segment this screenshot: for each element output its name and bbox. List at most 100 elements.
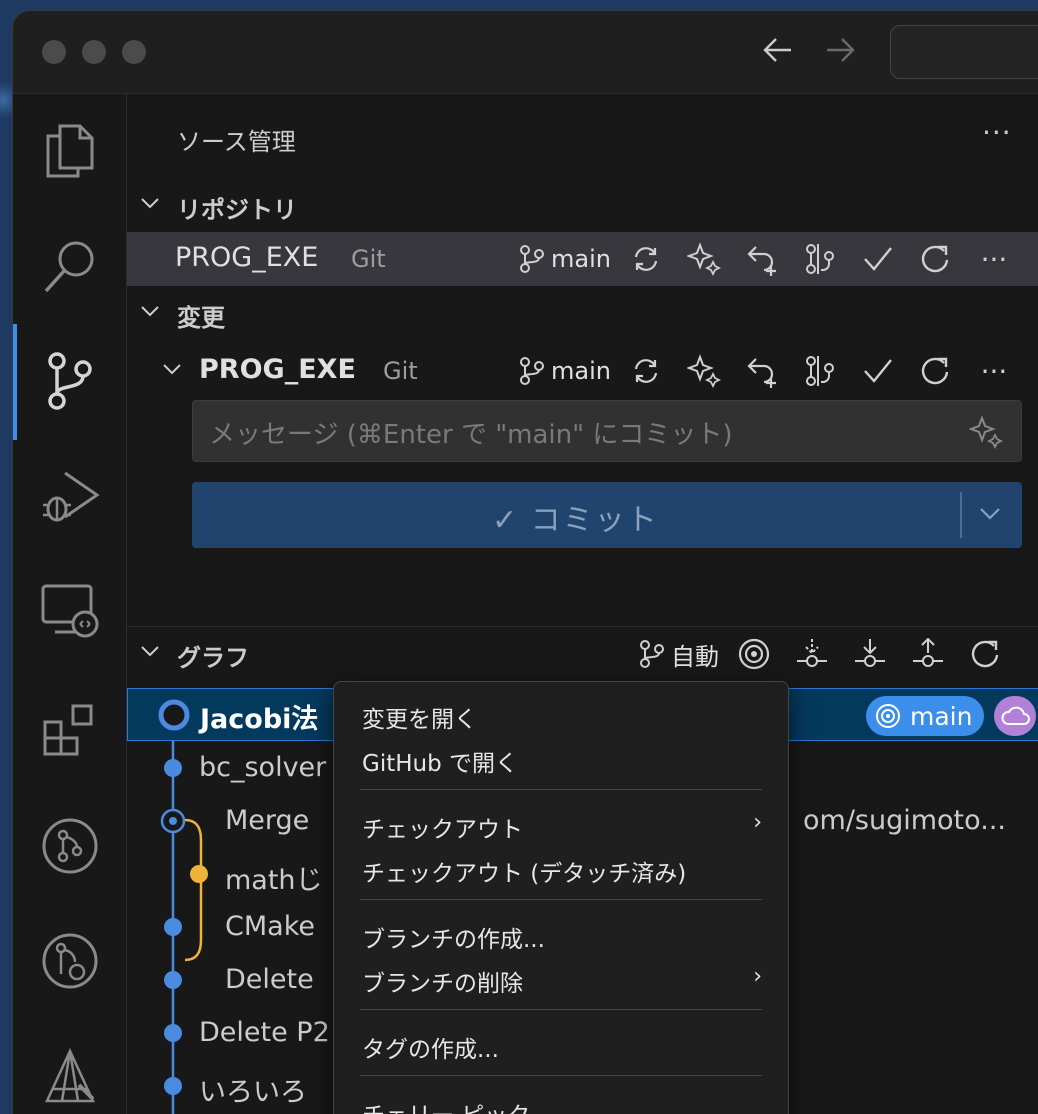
branch-compare-icon[interactable] xyxy=(791,239,849,279)
menu-item-create-branch[interactable]: ブランチの作成... xyxy=(362,920,545,954)
refresh-icon[interactable] xyxy=(907,351,965,391)
close-window-button[interactable] xyxy=(42,40,66,64)
repo-actions: main ··· xyxy=(519,239,1023,279)
minimize-window-button[interactable] xyxy=(82,40,106,64)
head-commit-dot xyxy=(158,699,190,731)
branch-icon xyxy=(520,245,544,273)
menu-item-checkout[interactable]: チェックアウト xyxy=(362,810,523,844)
repo-name: PROG_EXE xyxy=(175,242,319,273)
commit-dot xyxy=(164,1024,182,1042)
check-icon[interactable] xyxy=(849,239,907,279)
branch-icon xyxy=(520,357,544,385)
title-bar xyxy=(13,11,1038,94)
menu-item-open-changes[interactable]: 変更を開く xyxy=(362,700,477,734)
target-icon[interactable] xyxy=(725,634,783,674)
branch-name: main xyxy=(551,357,611,385)
commit-message: Jacobi法 xyxy=(200,704,319,735)
target-icon xyxy=(876,704,900,728)
sparkle-icon[interactable] xyxy=(675,239,733,279)
branch-badge-main: main xyxy=(866,696,985,736)
commit-dot xyxy=(164,971,182,989)
menu-item-open-on-github[interactable]: GitHub で開く xyxy=(362,744,518,778)
push-icon[interactable] xyxy=(899,634,957,674)
arrow-left-icon[interactable] xyxy=(761,33,795,74)
view-more-actions-icon[interactable]: ··· xyxy=(982,116,1012,149)
repo-name: PROG_EXE xyxy=(199,354,356,385)
repo-type: Git xyxy=(383,357,418,385)
repo-type: Git xyxy=(351,245,386,273)
more-actions-icon[interactable]: ··· xyxy=(965,351,1023,391)
commit-button[interactable]: ✓ コミット xyxy=(192,482,1022,548)
extensions-icon[interactable] xyxy=(33,694,107,768)
commit-message: bc_solver xyxy=(199,752,327,783)
commit-dot xyxy=(164,1077,182,1095)
changes-section-label: 変更 xyxy=(177,304,225,332)
graph-mode-label: 自動 xyxy=(671,642,719,671)
pull-icon[interactable] xyxy=(841,634,899,674)
check-icon[interactable] xyxy=(849,351,907,391)
repositories-section-header[interactable]: リポジトリ xyxy=(127,186,1038,226)
commit-message: いろいろ xyxy=(199,1077,307,1108)
run-and-debug-icon[interactable] xyxy=(33,459,107,533)
refresh-icon[interactable] xyxy=(957,634,1015,674)
commit-message: mathじ xyxy=(225,865,323,896)
menu-item-create-tag[interactable]: タグの作成... xyxy=(362,1030,499,1064)
commit-dot xyxy=(164,918,182,936)
more-actions-icon[interactable]: ··· xyxy=(965,239,1023,279)
sync-icon[interactable] xyxy=(617,351,675,391)
commit-message-tail: om/sugimoto... xyxy=(803,805,1006,836)
chevron-down-icon xyxy=(139,192,161,220)
sync-icon[interactable] xyxy=(617,239,675,279)
graph-section-header[interactable]: グラフ 自動 xyxy=(127,634,1038,674)
generate-message-sparkle-icon[interactable] xyxy=(968,415,1005,453)
gitlens-icon[interactable] xyxy=(33,924,107,998)
undo-commit-icon[interactable] xyxy=(733,351,791,391)
submenu-chevron-icon: › xyxy=(753,964,762,989)
context-menu: 変更を開く GitHub で開く チェックアウト › チェックアウト (デタッチ… xyxy=(333,681,789,1114)
github-pull-requests-icon[interactable] xyxy=(33,809,107,883)
commit-message: Delete P2 xyxy=(199,1017,330,1048)
branch-badge-label: main xyxy=(910,701,973,731)
sparkle-icon[interactable] xyxy=(675,351,733,391)
submenu-chevron-icon: › xyxy=(753,810,762,835)
graph-branch-mode[interactable]: 自動 xyxy=(639,637,719,672)
view-title: ソース管理 xyxy=(177,128,296,156)
fetch-icon[interactable] xyxy=(783,634,841,674)
graph-actions: 自動 xyxy=(639,634,1015,674)
branch-compare-icon[interactable] xyxy=(791,351,849,391)
commit-message-input[interactable]: メッセージ (⌘Enter で "main" にコミット) xyxy=(192,400,1022,462)
commit-button-label: ✓ コミット xyxy=(492,503,659,538)
menu-item-delete-branch[interactable]: ブランチの削除 xyxy=(362,964,523,998)
menu-separator xyxy=(360,899,762,900)
branch-selector[interactable]: main xyxy=(519,356,611,386)
chevron-down-icon xyxy=(161,358,183,386)
menu-separator xyxy=(360,789,762,790)
explorer-icon[interactable] xyxy=(33,114,107,188)
commit-dot xyxy=(164,759,182,777)
cmake-tools-icon[interactable] xyxy=(33,1039,107,1113)
menu-item-cherry-pick[interactable]: チェリー ピック xyxy=(362,1096,530,1114)
changes-section-header[interactable]: 変更 xyxy=(127,294,1038,334)
source-control-icon[interactable] xyxy=(33,344,107,418)
branch-name: main xyxy=(551,245,611,273)
remote-explorer-icon[interactable] xyxy=(33,574,107,648)
commit-dot-branch xyxy=(190,865,208,883)
search-icon[interactable] xyxy=(33,229,107,303)
chevron-down-icon xyxy=(139,640,161,668)
arrow-right-icon[interactable] xyxy=(823,33,857,74)
graph-section-label: グラフ xyxy=(177,644,249,672)
section-divider xyxy=(127,626,1038,627)
command-center-search[interactable] xyxy=(890,25,1038,79)
commit-message-placeholder: メッセージ (⌘Enter で "main" にコミット) xyxy=(209,420,733,450)
cloud-icon xyxy=(994,696,1036,736)
branch-selector[interactable]: main xyxy=(519,244,611,274)
commit-button-divider xyxy=(960,492,962,538)
refresh-icon[interactable] xyxy=(907,239,965,279)
repository-row[interactable]: PROG_EXE Git main ··· xyxy=(127,232,1038,286)
commit-message: Merge xyxy=(225,805,310,836)
commit-dropdown-chevron-icon[interactable] xyxy=(977,500,1003,530)
menu-item-checkout-detached[interactable]: チェックアウト (デタッチ済み) xyxy=(362,854,686,888)
zoom-window-button[interactable] xyxy=(122,40,146,64)
undo-commit-icon[interactable] xyxy=(733,239,791,279)
changes-repo-row[interactable]: PROG_EXE Git main ··· xyxy=(127,344,1038,398)
